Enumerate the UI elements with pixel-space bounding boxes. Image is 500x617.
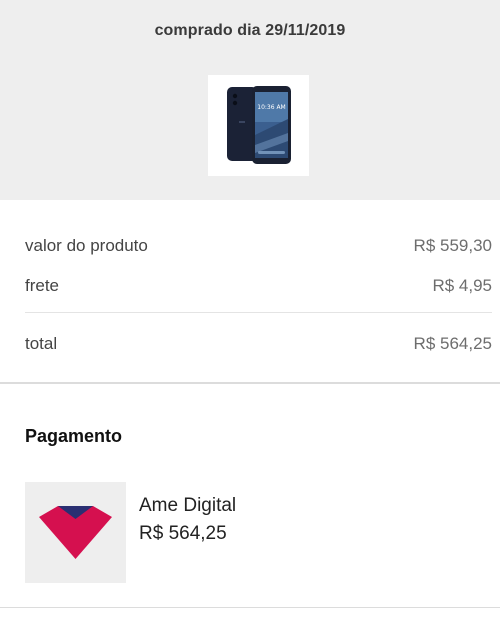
shipping-row: frete R$ 4,95 (25, 276, 492, 300)
bottom-divider (0, 607, 500, 608)
smartphone-icon: 10:36 AM (227, 86, 291, 164)
total-row: total R$ 564,25 (25, 334, 492, 358)
total-label: total (25, 334, 58, 353)
payment-method-name: Ame Digital (139, 495, 237, 516)
payment-amount: R$ 564,25 (139, 523, 227, 544)
total-value: R$ 564,25 (413, 334, 492, 353)
price-summary: valor do produto R$ 559,30 frete R$ 4,95… (0, 200, 500, 383)
shipping-value: R$ 4,95 (432, 276, 492, 295)
product-price-value: R$ 559,30 (413, 236, 492, 255)
payment-logo (25, 482, 126, 583)
product-price-label: valor do produto (25, 236, 148, 255)
shipping-label: frete (25, 276, 60, 295)
payment-title: Pagamento (25, 426, 123, 446)
payment-section: Pagamento Ame Digital R$ 564,25 (0, 384, 500, 607)
ame-heart-logo-icon (39, 506, 112, 559)
order-header: comprado dia 29/11/2019 10:36 AM (0, 0, 500, 200)
product-price-row: valor do produto R$ 559,30 (25, 236, 492, 260)
product-thumbnail[interactable]: 10:36 AM (208, 75, 309, 176)
summary-divider (25, 312, 492, 313)
svg-text:10:36 AM: 10:36 AM (257, 104, 285, 111)
purchase-date: comprado dia 29/11/2019 (154, 22, 346, 39)
